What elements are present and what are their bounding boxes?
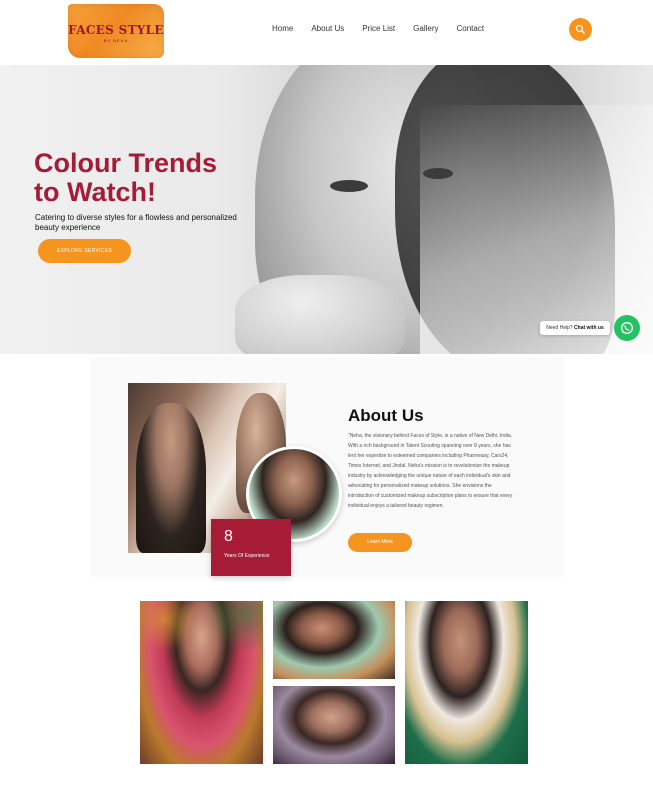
about-body-text: "Neha, the visionary behind Faces of Sty… — [348, 433, 513, 509]
gallery-image-event-green[interactable] — [273, 601, 395, 679]
photo-artist-figure — [136, 403, 206, 553]
site-header: FACES STYLE BY NEHA Home About Us Price … — [0, 0, 653, 64]
logo-subtext: BY NEHA — [103, 38, 129, 43]
hero-title: Colour Trends to Watch! — [34, 149, 217, 207]
hero-title-line-2: to Watch! — [34, 177, 156, 207]
gallery-image-bridal-red[interactable] — [140, 601, 263, 764]
hero-title-line-1: Colour Trends — [34, 148, 218, 178]
search-icon — [575, 24, 585, 34]
nav-home[interactable]: Home — [272, 24, 293, 33]
gallery-image-portrait-saree[interactable] — [273, 686, 395, 764]
explore-services-button[interactable]: EXPLORE SERVICES — [38, 239, 131, 263]
hero-subtitle: Catering to diverse styles for a flowles… — [35, 213, 237, 232]
gallery-image-green-saree[interactable] — [405, 601, 528, 764]
search-button[interactable] — [569, 18, 592, 41]
whatsapp-help-label[interactable]: Need Help? Chat with us — [540, 321, 610, 335]
nav-gallery[interactable]: Gallery — [413, 24, 438, 33]
nav-about-us[interactable]: About Us — [311, 24, 344, 33]
nav-price-list[interactable]: Price List — [362, 24, 395, 33]
whatsapp-icon — [621, 322, 633, 334]
whatsapp-chat-button[interactable] — [614, 315, 640, 341]
whatsapp-label-prefix: Need Help? — [546, 325, 573, 331]
hero-banner: Colour Trends to Watch! Catering to dive… — [0, 65, 653, 354]
about-title: About Us — [348, 406, 424, 425]
experience-label: Years Of Experience — [224, 553, 270, 559]
main-nav: Home About Us Price List Gallery Contact — [272, 24, 484, 33]
whatsapp-label-bold: Chat with us — [574, 325, 604, 331]
nav-contact[interactable]: Contact — [457, 24, 485, 33]
experience-badge: 8 Years Of Experience — [211, 519, 291, 576]
hero-eye-right — [423, 168, 453, 179]
hero-veil — [420, 105, 653, 354]
hero-eye-left — [330, 180, 368, 192]
faces-of-style-logo[interactable]: FACES STYLE BY NEHA — [68, 4, 164, 58]
logo-text: FACES STYLE — [68, 23, 164, 37]
hero-hand — [235, 275, 405, 354]
experience-number: 8 — [224, 528, 233, 545]
learn-more-button[interactable]: Learn More — [348, 533, 412, 552]
